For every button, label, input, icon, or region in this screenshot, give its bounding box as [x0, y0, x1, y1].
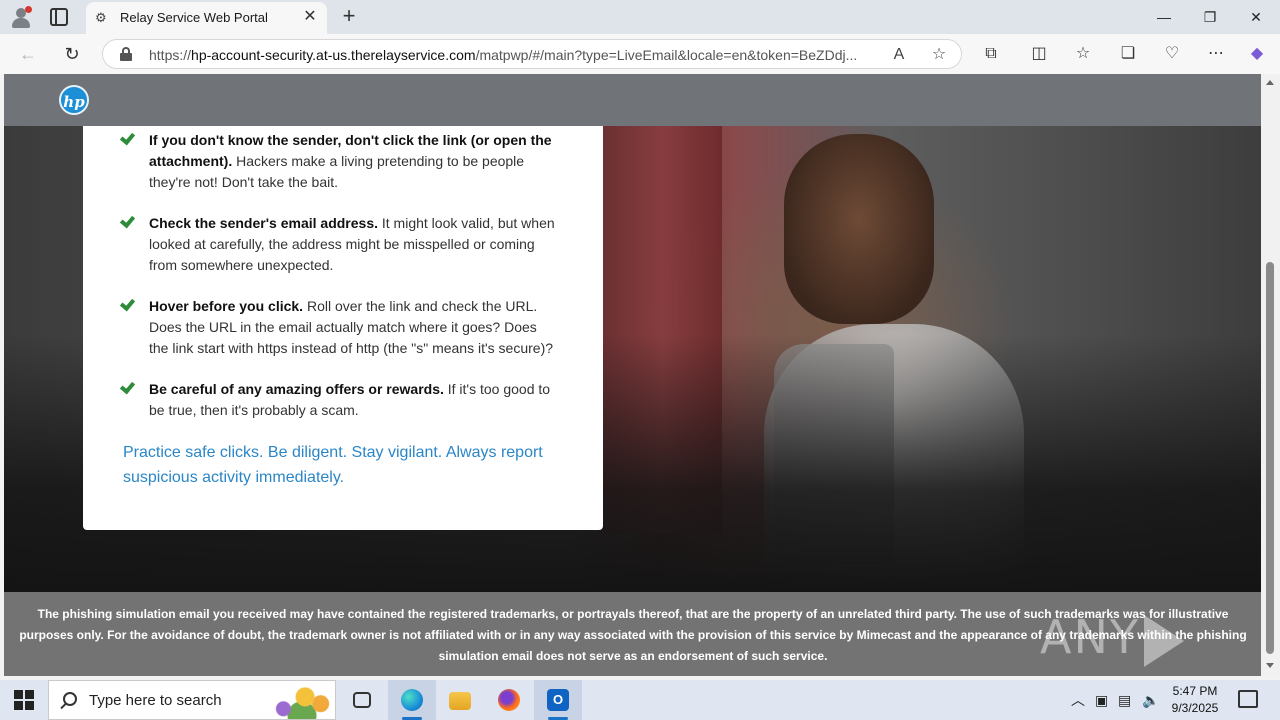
search-placeholder: Type here to search [89, 692, 222, 709]
network-icon[interactable]: ▤ [1118, 690, 1131, 710]
search-highlight-image [271, 685, 333, 719]
meet-now-icon[interactable]: ▣ [1095, 690, 1108, 710]
taskbar-app-edge[interactable] [388, 680, 436, 720]
split-screen-icon[interactable]: ◫ [1027, 42, 1051, 66]
tip-item: Be careful of any amazing offers or rewa… [118, 379, 558, 421]
play-triangle-icon [1143, 614, 1184, 667]
browser-tab-strip: ⚙ Relay Service Web Portal ✕ + — ❐ ✕ [0, 0, 1280, 34]
show-hidden-icons[interactable]: ︿ [1071, 690, 1085, 710]
windows-taskbar: Type here to search O ︿ ▣ ▤ 🔈 5:47 PM 9/… [0, 680, 1280, 720]
anyrun-watermark: ANYRUN [1040, 610, 1261, 676]
restore-icon[interactable]: ❐ [1187, 4, 1233, 30]
taskbar-app-explorer[interactable] [436, 680, 484, 720]
close-tab-icon[interactable]: ✕ [301, 8, 319, 26]
lock-icon[interactable] [119, 47, 133, 61]
task-view-button[interactable] [338, 680, 386, 720]
tab-actions-icon[interactable] [50, 8, 68, 26]
address-bar[interactable]: https://hp-account-security.at-us.therel… [102, 39, 962, 69]
extensions-icon[interactable]: ⧉ [979, 42, 1003, 66]
tab-title: Relay Service Web Portal [120, 10, 268, 25]
scrollbar-thumb[interactable] [1266, 262, 1274, 654]
firefox-icon [498, 689, 520, 711]
browser-essentials-icon[interactable]: ♡ [1160, 42, 1184, 66]
profile-icon[interactable] [10, 6, 32, 28]
site-header: hp [4, 74, 1261, 126]
taskbar-app-outlook[interactable]: O [534, 680, 582, 720]
system-clock[interactable]: 5:47 PM 9/3/2025 [1162, 683, 1228, 717]
notifications-icon[interactable] [1238, 690, 1258, 708]
checkmark-icon [118, 216, 134, 228]
task-view-icon [353, 692, 371, 708]
call-to-action-text: Practice safe clicks. Be diligent. Stay … [123, 444, 543, 486]
close-window-icon[interactable]: ✕ [1233, 4, 1279, 30]
volume-icon[interactable]: 🔈 [1142, 690, 1159, 710]
favorite-star-icon[interactable]: ☆ [929, 45, 949, 65]
checkmark-icon [118, 299, 134, 311]
tip-item: Hover before you click. Roll over the li… [118, 296, 558, 359]
file-explorer-icon [449, 692, 471, 710]
refresh-icon[interactable]: ↻ [60, 42, 84, 66]
browser-tab-active[interactable]: ⚙ Relay Service Web Portal ✕ [86, 2, 327, 34]
windows-start-icon[interactable] [14, 690, 34, 710]
new-tab-button[interactable]: + [338, 4, 360, 28]
search-icon [63, 692, 77, 706]
scroll-down-icon[interactable] [1266, 663, 1274, 668]
back-icon[interactable]: ← [16, 42, 40, 66]
checkmark-icon [118, 133, 134, 145]
clock-date: 9/3/2025 [1171, 701, 1219, 715]
read-aloud-icon[interactable]: A [889, 45, 909, 65]
scroll-up-icon[interactable] [1266, 80, 1274, 85]
outlook-icon: O [547, 689, 569, 711]
edge-icon [401, 689, 423, 711]
tip-item: If you don't know the sender, don't clic… [118, 130, 558, 193]
page-scrollbar[interactable] [1261, 74, 1280, 676]
tip-item: Check the sender's email address. It mig… [118, 213, 558, 276]
settings-gear-icon: ⚙ [95, 10, 107, 25]
browser-toolbar: ← ↻ https://hp-account-security.at-us.th… [0, 34, 1280, 74]
background-photo-person [784, 134, 934, 324]
favorites-icon[interactable]: ☆ [1071, 42, 1095, 66]
taskbar-search-box[interactable]: Type here to search [48, 680, 336, 720]
checkmark-icon [118, 382, 134, 394]
page-viewport: hp If you don't know the sender, don't c… [4, 74, 1261, 676]
clock-time: 5:47 PM [1172, 684, 1218, 698]
copilot-icon[interactable]: ◆ [1245, 42, 1269, 66]
more-menu-icon[interactable]: ⋯ [1204, 42, 1228, 66]
safety-tips-card: If you don't know the sender, don't clic… [83, 126, 603, 530]
collections-icon[interactable]: ❏ [1116, 42, 1140, 66]
taskbar-app-firefox[interactable] [485, 680, 533, 720]
hp-logo[interactable]: hp [59, 85, 89, 115]
minimize-icon[interactable]: — [1141, 4, 1187, 30]
url-text[interactable]: https://hp-account-security.at-us.therel… [149, 47, 873, 63]
